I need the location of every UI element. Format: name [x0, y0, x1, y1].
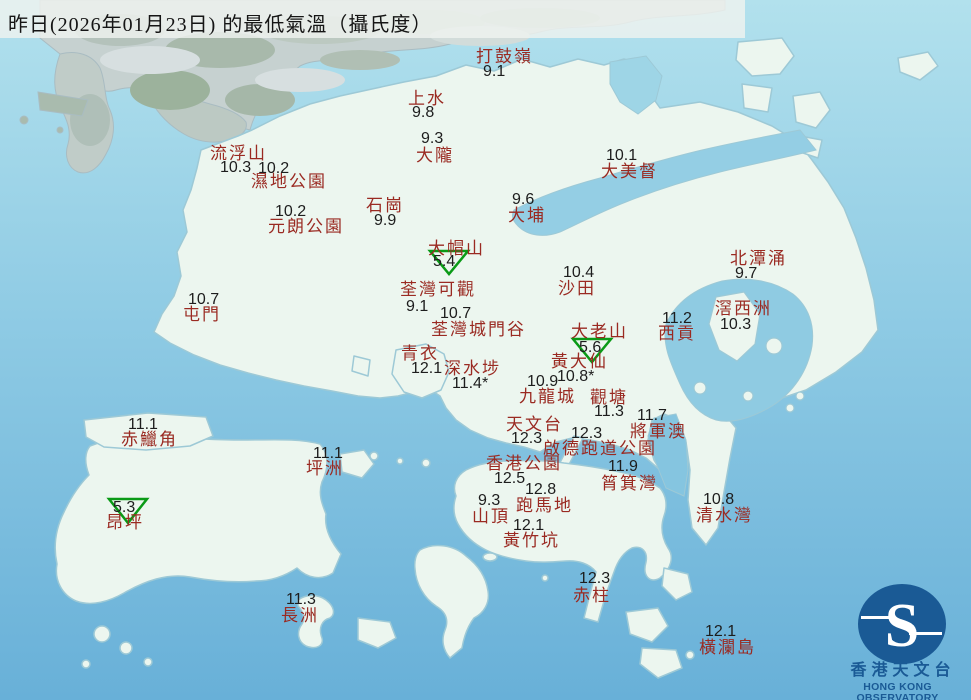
station-value: 12.3 — [511, 430, 543, 447]
station-name: 大美督 — [601, 162, 658, 181]
station-value: 5.4 — [433, 253, 456, 270]
station-value: 10.9 — [527, 373, 559, 390]
station-value: 11.1 — [128, 416, 158, 433]
station-value: 9.9 — [374, 212, 397, 229]
station-name: 黃竹坑 — [503, 531, 560, 550]
hko-min-temperature-map: S 昨日(2026年01月23日) 的最低氣溫（攝氏度） 打鼓嶺 9.1 上水 9.8… — [0, 0, 971, 700]
station-value: 5.3 — [113, 499, 136, 516]
station-value: 11.2 — [662, 310, 692, 327]
station-value: 10.3 — [720, 316, 752, 333]
station-value: 12.1 — [513, 517, 545, 534]
station-name: 元朗公園 — [268, 217, 344, 236]
station-name: 赤鱲角 — [121, 430, 178, 449]
station-name: 清水灣 — [696, 506, 753, 525]
station-value: 9.7 — [735, 265, 758, 282]
station-value: 11.3 — [286, 591, 316, 608]
station-name: 將軍澳 — [630, 422, 687, 441]
station-value: 9.1 — [406, 298, 429, 315]
station-value: 11.1 — [313, 445, 343, 462]
station-name: 滘西洲 — [715, 299, 772, 318]
station-value: 10.8 — [703, 491, 735, 508]
map-title: 昨日(2026年01月23日) 的最低氣溫（攝氏度） — [8, 14, 433, 36]
station-value: 11.3 — [594, 403, 624, 420]
station-name: 九龍城 — [519, 387, 576, 406]
station-value: 12.1 — [705, 623, 737, 640]
station-name: 大老山 — [571, 322, 628, 341]
station-value: 12.8 — [525, 481, 557, 498]
station-value: 10.8* — [557, 368, 595, 385]
station-name: 山頂 — [472, 507, 510, 526]
station-name: 橫瀾島 — [699, 638, 756, 657]
station-layer: 打鼓嶺 9.1 上水 9.8 大隴 9.3 流浮山 10.3 濕地公園 10.2 元朗公園 10.2 石… — [0, 0, 971, 700]
station-value: 12.1 — [411, 360, 443, 377]
station-name: 坪洲 — [306, 459, 344, 478]
station-name: 大埔 — [508, 206, 546, 225]
station-value: 10.2 — [258, 160, 290, 177]
station-value: 10.4 — [563, 264, 595, 281]
station-name: 長洲 — [281, 606, 319, 625]
station-name: 赤柱 — [573, 586, 611, 605]
station-value: 9.6 — [512, 191, 535, 208]
station-value: 9.3 — [478, 492, 501, 509]
station-name: 西貢 — [658, 324, 696, 343]
station-value: 12.3 — [571, 425, 603, 442]
station-name: 昂坪 — [106, 513, 144, 532]
station-value: 10.1 — [606, 147, 638, 164]
station-value: 10.2 — [275, 203, 307, 220]
station-value: 9.3 — [421, 130, 444, 147]
hko-logo-english-name: HONG KONG OBSERVATORY — [856, 681, 939, 700]
station-name: 荃灣可觀 — [400, 280, 476, 299]
station-value: 9.1 — [483, 63, 506, 80]
station-value: 11.4* — [452, 375, 489, 392]
station-value: 9.8 — [412, 104, 435, 121]
station-name: 屯門 — [183, 305, 221, 324]
station-value: 10.7 — [188, 291, 220, 308]
station-value: 10.3 — [220, 159, 252, 176]
station-value: 11.9 — [608, 458, 638, 475]
station-value: 12.3 — [579, 570, 611, 587]
station-value: 11.7 — [637, 407, 667, 424]
station-name: 荃灣城門谷 — [431, 320, 526, 339]
station-value: 12.5 — [494, 470, 526, 487]
hko-logo-chinese-name: 香港天文台 — [850, 662, 956, 679]
station-name: 跑馬地 — [516, 496, 573, 515]
station-name: 大隴 — [416, 146, 454, 165]
station-name: 沙田 — [558, 279, 596, 298]
station-value: 10.7 — [440, 305, 472, 322]
station-name: 筲箕灣 — [601, 474, 658, 493]
